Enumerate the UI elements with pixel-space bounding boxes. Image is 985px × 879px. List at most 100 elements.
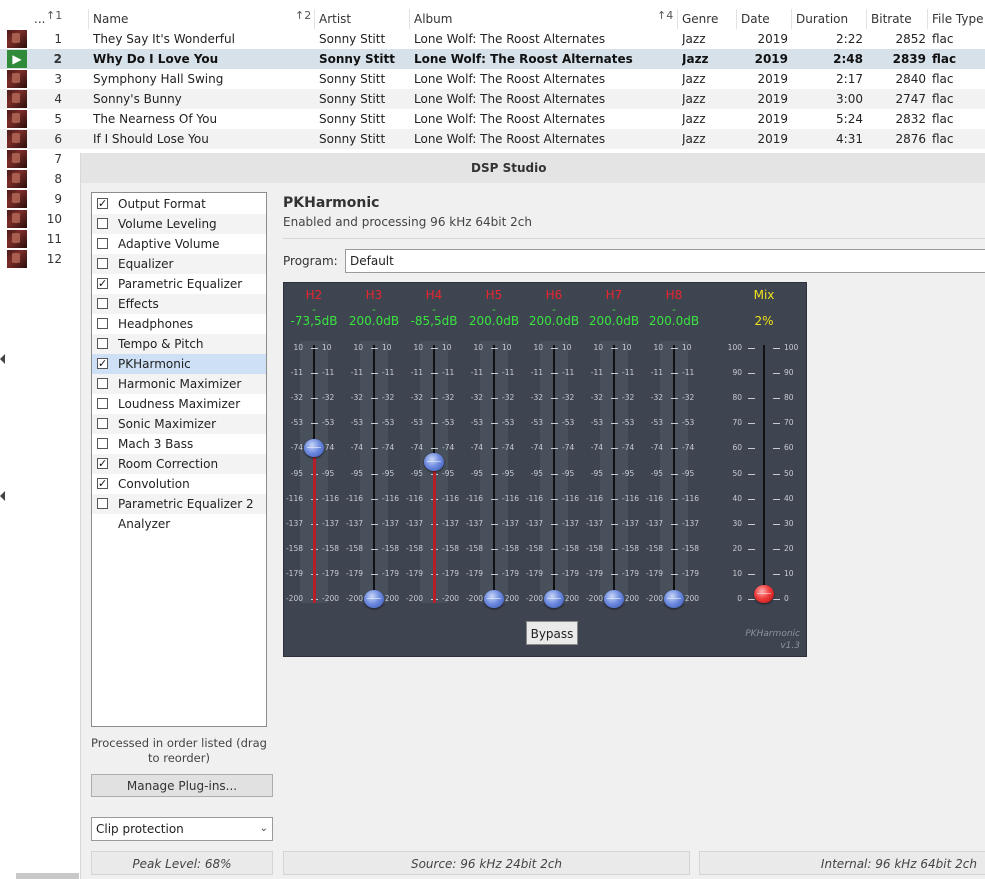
slider-knob[interactable] (604, 590, 624, 608)
plugin-checkbox[interactable] (97, 354, 108, 374)
column-header-genre[interactable]: Genre (677, 9, 736, 29)
slider-knob[interactable] (304, 438, 324, 457)
play-icon[interactable]: ▶ (7, 50, 27, 68)
channel-value: 200.0dB (348, 314, 400, 328)
mix-knob[interactable] (754, 584, 774, 603)
slider-knob[interactable] (364, 590, 384, 608)
clip-protection-select[interactable]: Clip protection ⌄ (91, 817, 273, 841)
plugin-checkbox[interactable] (97, 378, 108, 389)
table-row[interactable]: 5 The Nearness Of You Sonny Stitt Lone Wolf… (0, 109, 985, 129)
plugin-checkbox[interactable] (97, 274, 108, 294)
tick-label: -116 (322, 493, 340, 503)
plugin-item[interactable]: Equalizer (92, 254, 266, 274)
table-row[interactable]: 11 (0, 229, 80, 249)
tick-label: -158 (645, 543, 663, 553)
plugin-checkbox[interactable] (97, 438, 108, 449)
tick-label: -95 (290, 468, 303, 478)
program-select[interactable]: Default (345, 249, 985, 273)
plugin-checkbox[interactable] (97, 258, 108, 269)
table-row[interactable]: 12 (0, 249, 80, 269)
tick-mark (371, 423, 378, 425)
table-row[interactable]: 6 If I Should Lose You Sonny Stitt Lone Wol… (0, 129, 985, 149)
table-row[interactable]: ▶ 2 Why Do I Love You Sonny Stitt Lone Wolf:… (0, 49, 985, 69)
column-header-name[interactable]: Name (88, 9, 314, 29)
column-header-artist[interactable]: Artist (314, 9, 409, 29)
plugin-item[interactable]: Volume Leveling (92, 214, 266, 234)
plugin-checkbox[interactable] (97, 238, 108, 249)
channel-value: -85,5dB (410, 314, 458, 328)
plugin-item[interactable]: Mach 3 Bass (92, 434, 266, 454)
plugin-checkbox[interactable] (97, 498, 108, 509)
slider-knob[interactable] (544, 590, 564, 608)
plugin-item[interactable]: Parametric Equalizer 2 (92, 494, 266, 514)
plugin-item[interactable]: Room Correction (92, 454, 266, 474)
tick-label: -74 (410, 443, 423, 453)
plugin-item[interactable]: Adaptive Volume (92, 234, 266, 254)
plugin-item[interactable]: Sonic Maximizer (92, 414, 266, 434)
cell-date: 2019 (757, 32, 788, 46)
plugin-checkbox[interactable] (97, 298, 108, 309)
table-row[interactable]: 7 (0, 149, 80, 169)
tick-mark (611, 523, 618, 525)
table-row[interactable]: 10 (0, 209, 80, 229)
plugin-label: Tempo & Pitch (118, 337, 204, 351)
tick-label: -95 (442, 468, 455, 478)
plugin-checkbox[interactable] (97, 418, 108, 429)
dsp-studio-window: DSP Studio Output Format Volume Leveling A… (80, 153, 985, 879)
plugin-label: Parametric Equalizer (118, 277, 243, 291)
plugin-checkbox[interactable] (97, 194, 108, 214)
tick-label: -32 (622, 393, 635, 403)
column-header-bitrate[interactable]: Bitrate (866, 9, 927, 29)
plugin-item[interactable]: Convolution (92, 474, 266, 494)
plugin-item[interactable]: PKHarmonic (92, 354, 266, 374)
tick-mark (773, 398, 780, 400)
table-row[interactable]: 8 (0, 169, 80, 189)
collapse-left-icon[interactable] (0, 354, 5, 364)
table-row[interactable]: 9 (0, 189, 80, 209)
tick-label: -158 (682, 543, 700, 553)
plugin-item[interactable]: Loudness Maximizer (92, 394, 266, 414)
table-row[interactable]: 4 Sonny's Bunny Sonny Stitt Lone Wolf: The … (0, 89, 985, 109)
tick-label: -74 (682, 443, 695, 453)
plugin-item[interactable]: Tempo & Pitch (92, 334, 266, 354)
channel-value: -73,5dB (290, 314, 338, 328)
tick-label: 60 (732, 443, 742, 453)
manage-plugins-button[interactable]: Manage Plug-ins... (91, 774, 273, 797)
plugin-checkbox[interactable] (97, 318, 108, 329)
column-header-filetype[interactable]: File Type (927, 9, 985, 29)
plugin-item[interactable]: Effects (92, 294, 266, 314)
tick-label: -179 (622, 568, 640, 578)
tick-label: -137 (442, 518, 460, 528)
table-row[interactable]: 3 Symphony Hall Swing Sonny Stitt Lone Wolf… (0, 69, 985, 89)
plugin-checkbox[interactable] (97, 338, 108, 349)
slider-knob[interactable] (484, 590, 504, 608)
plugin-list[interactable]: Output Format Volume Leveling Adaptive Vol… (91, 192, 267, 727)
tick-label: -53 (382, 418, 395, 428)
plugin-item[interactable]: Harmonic Maximizer (92, 374, 266, 394)
cell-date: 2019 (757, 92, 788, 106)
plugin-checkbox[interactable] (97, 474, 108, 494)
collapse-left-icon[interactable] (0, 491, 5, 501)
plugin-checkbox[interactable] (97, 454, 108, 474)
plugin-item[interactable]: Output Format (92, 194, 266, 214)
track-number: 9 (54, 192, 62, 206)
tick-mark (611, 398, 618, 400)
tick-label: 80 (732, 393, 742, 403)
plugin-checkbox[interactable] (97, 398, 108, 409)
slider-knob[interactable] (664, 590, 684, 608)
plugin-item[interactable]: Headphones (92, 314, 266, 334)
column-header-album[interactable]: Album (409, 9, 677, 29)
tick-label: -53 (682, 418, 695, 428)
table-row[interactable]: 1 They Say It's Wonderful Sonny Stitt Lone … (0, 29, 985, 49)
plugin-item[interactable]: Parametric Equalizer (92, 274, 266, 294)
plugin-item[interactable]: Analyzer (92, 514, 266, 534)
column-header-date[interactable]: Date (736, 9, 791, 29)
tick-label: -158 (622, 543, 640, 553)
plugin-checkbox[interactable] (97, 218, 108, 229)
bypass-button[interactable]: Bypass (526, 621, 578, 645)
tick-mark (611, 498, 618, 500)
tick-label: -11 (590, 368, 603, 378)
horizontal-scrollbar[interactable] (16, 873, 79, 879)
tick-label: -74 (442, 443, 455, 453)
column-header-duration[interactable]: Duration (791, 9, 866, 29)
